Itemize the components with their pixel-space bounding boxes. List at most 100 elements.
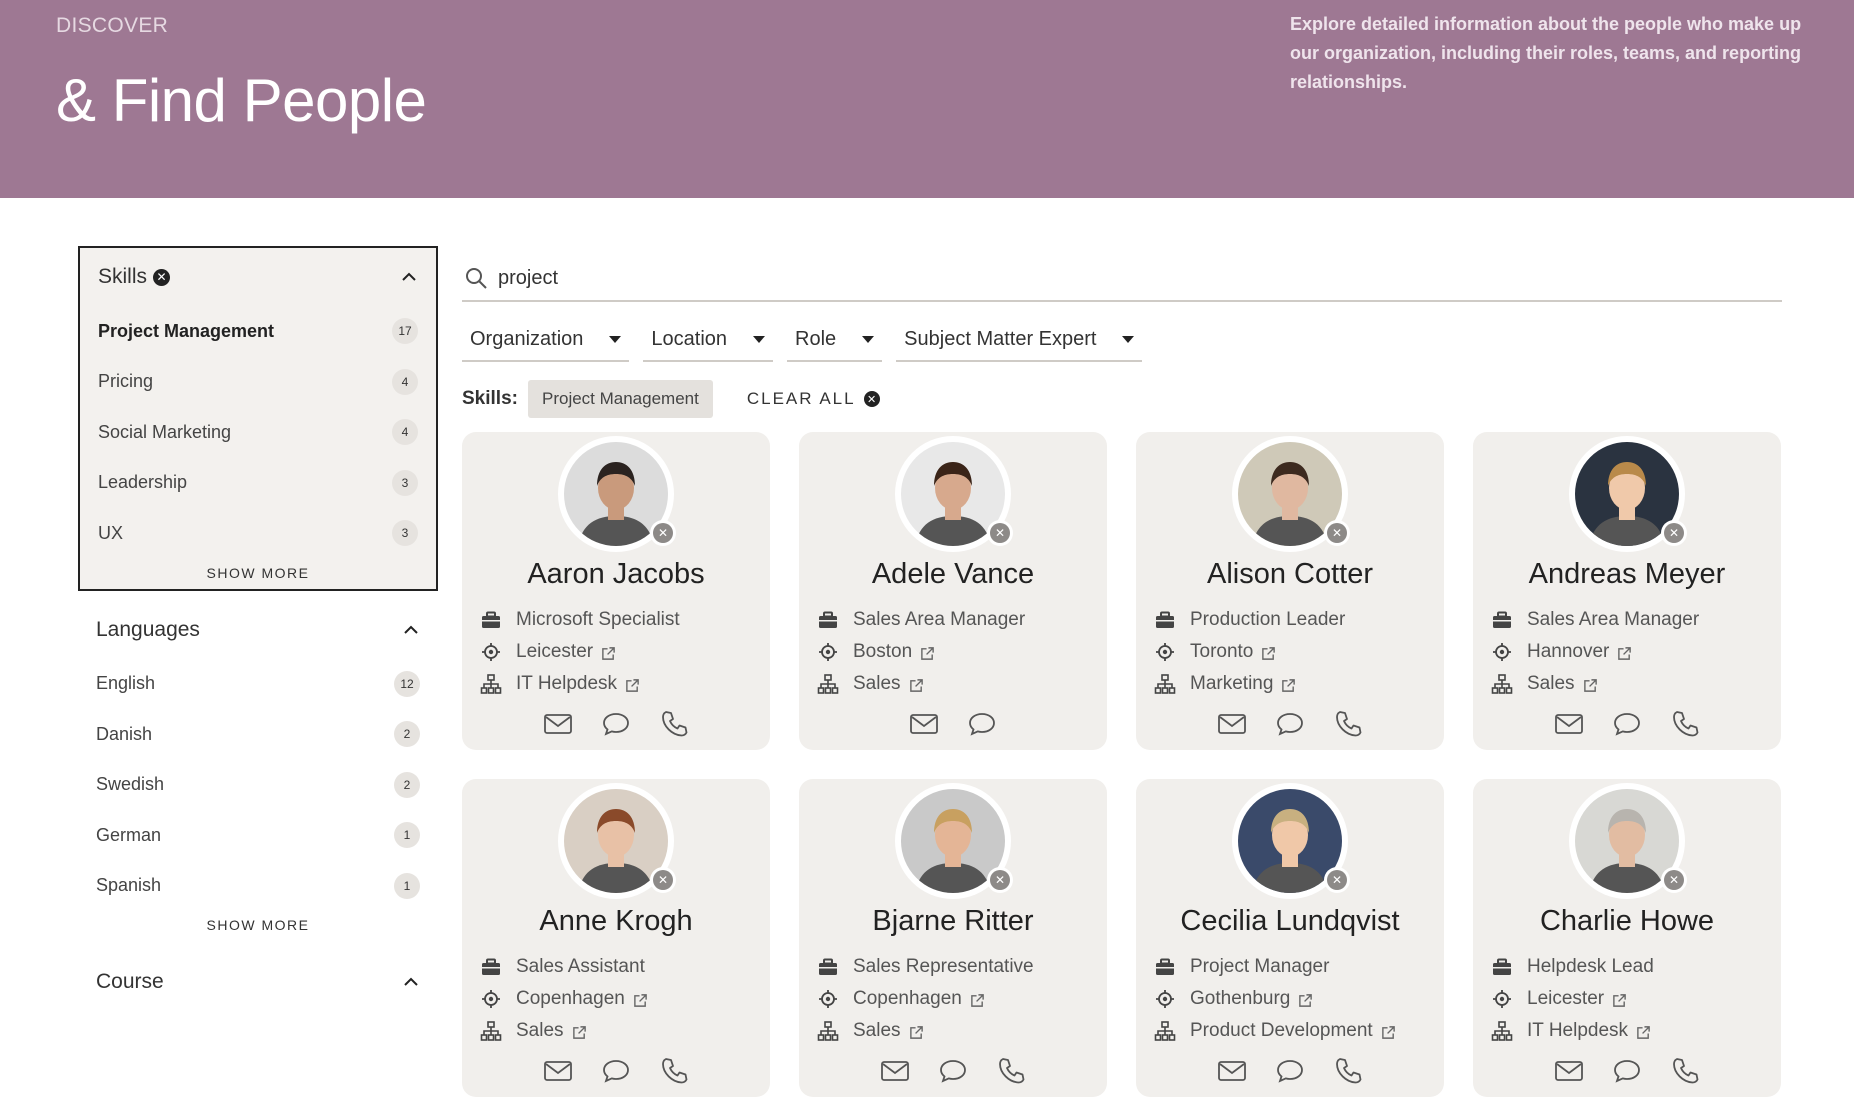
chat-icon[interactable] xyxy=(1612,709,1642,739)
person-location[interactable]: Toronto xyxy=(1190,641,1253,663)
person-department[interactable]: Sales xyxy=(853,673,901,695)
facet-option[interactable]: Pricing 4 xyxy=(80,357,436,408)
person-card[interactable]: ✕ Anne Krogh Sales Assistant Copenhagen … xyxy=(462,779,770,1097)
person-location[interactable]: Copenhagen xyxy=(516,988,625,1010)
person-department-row[interactable]: Product Development xyxy=(1154,1015,1444,1047)
external-link-icon[interactable] xyxy=(1298,992,1313,1007)
mail-icon[interactable] xyxy=(880,1056,910,1086)
phone-icon[interactable] xyxy=(1333,1056,1363,1086)
avatar[interactable]: ✕ xyxy=(1569,436,1687,552)
person-name[interactable]: Charlie Howe xyxy=(1473,905,1781,938)
filter-dropdown[interactable]: Organization xyxy=(462,318,630,362)
mail-icon[interactable] xyxy=(1217,1056,1247,1086)
person-department-row[interactable]: IT Helpdesk xyxy=(1491,1015,1781,1047)
phone-icon[interactable] xyxy=(1670,1056,1700,1086)
person-location-row[interactable]: Hannover xyxy=(1491,636,1781,668)
person-location-row[interactable]: Copenhagen xyxy=(480,983,770,1015)
facet-course-header[interactable]: Course xyxy=(78,953,438,1011)
person-department-row[interactable]: Sales xyxy=(817,668,1107,700)
chat-icon[interactable] xyxy=(967,709,997,739)
person-card[interactable]: ✕ Aaron Jacobs Microsoft Specialist Leic… xyxy=(462,432,770,750)
languages-show-more-button[interactable]: SHOW MORE xyxy=(78,911,438,941)
person-department[interactable]: IT Helpdesk xyxy=(516,673,617,695)
person-department-row[interactable]: Sales xyxy=(1491,668,1781,700)
facet-option[interactable]: Danish 2 xyxy=(78,709,438,760)
person-location-row[interactable]: Boston xyxy=(817,636,1107,668)
facet-option[interactable]: Social Marketing 4 xyxy=(80,407,436,458)
search-input[interactable] xyxy=(498,266,1698,290)
phone-icon[interactable] xyxy=(1333,709,1363,739)
facet-option[interactable]: English 12 xyxy=(78,659,438,710)
person-department-row[interactable]: Sales xyxy=(817,1015,1107,1047)
avatar[interactable]: ✕ xyxy=(895,783,1013,899)
person-location[interactable]: Gothenburg xyxy=(1190,988,1290,1010)
external-link-icon[interactable] xyxy=(1612,992,1627,1007)
external-link-icon[interactable] xyxy=(1261,645,1276,660)
external-link-icon[interactable] xyxy=(920,645,935,660)
filter-dropdown[interactable]: Role xyxy=(787,318,883,362)
external-link-icon[interactable] xyxy=(1281,677,1296,692)
filter-dropdown[interactable]: Subject Matter Expert xyxy=(896,318,1143,362)
person-location[interactable]: Copenhagen xyxy=(853,988,962,1010)
person-name[interactable]: Anne Krogh xyxy=(462,905,770,938)
facet-option[interactable]: Leadership 3 xyxy=(80,458,436,509)
external-link-icon[interactable] xyxy=(909,1024,924,1039)
external-link-icon[interactable] xyxy=(625,677,640,692)
avatar[interactable]: ✕ xyxy=(1232,783,1350,899)
external-link-icon[interactable] xyxy=(909,677,924,692)
avatar[interactable]: ✕ xyxy=(1232,436,1350,552)
avatar[interactable]: ✕ xyxy=(895,436,1013,552)
phone-icon[interactable] xyxy=(659,1056,689,1086)
person-name[interactable]: Adele Vance xyxy=(799,558,1107,591)
mail-icon[interactable] xyxy=(1217,709,1247,739)
person-card[interactable]: ✕ Cecilia Lundqvist Project Manager Goth… xyxy=(1136,779,1444,1097)
person-location[interactable]: Hannover xyxy=(1527,641,1609,663)
person-location-row[interactable]: Leicester xyxy=(1491,983,1781,1015)
chat-icon[interactable] xyxy=(601,1056,631,1086)
chevron-up-icon[interactable] xyxy=(404,975,418,989)
person-location-row[interactable]: Gothenburg xyxy=(1154,983,1444,1015)
person-name[interactable]: Bjarne Ritter xyxy=(799,905,1107,938)
chevron-up-icon[interactable] xyxy=(402,270,416,284)
facet-option[interactable]: Spanish 1 xyxy=(78,861,438,912)
external-link-icon[interactable] xyxy=(633,992,648,1007)
skills-show-more-button[interactable]: SHOW MORE xyxy=(80,559,436,589)
facet-skills-header[interactable]: Skills ✕ xyxy=(80,248,436,306)
person-department-row[interactable]: IT Helpdesk xyxy=(480,668,770,700)
chevron-up-icon[interactable] xyxy=(404,623,418,637)
clear-all-button[interactable]: CLEAR ALL ✕ xyxy=(747,389,880,409)
chat-icon[interactable] xyxy=(938,1056,968,1086)
person-name[interactable]: Alison Cotter xyxy=(1136,558,1444,591)
avatar[interactable]: ✕ xyxy=(1569,783,1687,899)
clear-skills-icon[interactable]: ✕ xyxy=(153,268,171,286)
external-link-icon[interactable] xyxy=(1617,645,1632,660)
mail-icon[interactable] xyxy=(909,709,939,739)
mail-icon[interactable] xyxy=(543,1056,573,1086)
phone-icon[interactable] xyxy=(1670,709,1700,739)
chat-icon[interactable] xyxy=(1275,709,1305,739)
person-location-row[interactable]: Copenhagen xyxy=(817,983,1107,1015)
person-name[interactable]: Andreas Meyer xyxy=(1473,558,1781,591)
person-card[interactable]: ✕ Charlie Howe Helpdesk Lead Leicester I… xyxy=(1473,779,1781,1097)
person-location-row[interactable]: Leicester xyxy=(480,636,770,668)
person-location[interactable]: Boston xyxy=(853,641,912,663)
person-card[interactable]: ✕ Adele Vance Sales Area Manager Boston … xyxy=(799,432,1107,750)
active-filter-chip[interactable]: Project Management xyxy=(527,380,713,418)
person-name[interactable]: Aaron Jacobs xyxy=(462,558,770,591)
person-card[interactable]: ✕ Andreas Meyer Sales Area Manager Hanno… xyxy=(1473,432,1781,750)
phone-icon[interactable] xyxy=(996,1056,1026,1086)
external-link-icon[interactable] xyxy=(1381,1024,1396,1039)
person-department[interactable]: IT Helpdesk xyxy=(1527,1020,1628,1042)
phone-icon[interactable] xyxy=(659,709,689,739)
person-name[interactable]: Cecilia Lundqvist xyxy=(1136,905,1444,938)
filter-dropdown[interactable]: Location xyxy=(643,318,774,362)
mail-icon[interactable] xyxy=(1554,709,1584,739)
facet-option[interactable]: Project Management 17 xyxy=(80,306,436,357)
external-link-icon[interactable] xyxy=(572,1024,587,1039)
mail-icon[interactable] xyxy=(543,709,573,739)
person-department[interactable]: Sales xyxy=(516,1020,564,1042)
person-department[interactable]: Sales xyxy=(853,1020,901,1042)
chat-icon[interactable] xyxy=(601,709,631,739)
avatar[interactable]: ✕ xyxy=(558,436,676,552)
mail-icon[interactable] xyxy=(1554,1056,1584,1086)
